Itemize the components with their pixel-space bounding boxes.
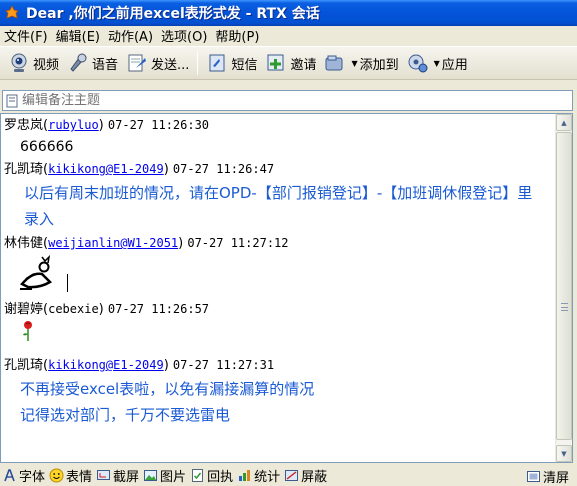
video-button[interactable]: 视频 xyxy=(4,50,63,76)
toolbar-separator xyxy=(197,51,199,75)
message-time: 07-27 11:26:30 xyxy=(107,118,210,132)
sender-name: 谢碧婷 xyxy=(4,302,44,317)
menu-action[interactable]: 动作(A) xyxy=(106,26,159,45)
font-label: 字体 xyxy=(19,470,46,485)
image-icon xyxy=(144,470,158,481)
apps-icon xyxy=(408,54,428,73)
image-label: 图片 xyxy=(160,470,187,485)
message-header: 孔凯琦(kikikong@E1-2049) 07-27 11:26:47 xyxy=(4,162,275,177)
chat-history[interactable]: 罗忠岚(rubyluo) 07-27 11:26:30 666666 孔凯琦(k… xyxy=(0,113,573,463)
font-button[interactable]: 字体 xyxy=(2,466,45,485)
sender-name: 孔凯琦 xyxy=(4,358,44,373)
message-list: 罗忠岚(rubyluo) 07-27 11:26:30 666666 孔凯琦(k… xyxy=(4,114,547,428)
menu-edit[interactable]: 编辑(E) xyxy=(54,26,106,45)
subject-input[interactable] xyxy=(22,93,562,108)
add-to-caret-icon: ▼ xyxy=(351,58,358,68)
sender-name: 孔凯琦 xyxy=(4,162,44,177)
invite-label: 邀请 xyxy=(290,57,317,73)
sms-button[interactable]: 短信 xyxy=(202,50,261,76)
message-time: 07-27 11:26:47 xyxy=(172,162,275,176)
send-file-label: 发送... xyxy=(151,57,190,73)
receipt-button[interactable]: 回执 xyxy=(190,466,233,485)
sender-id-link[interactable]: kikikong@E1-2049 xyxy=(48,358,164,372)
apps-button[interactable]: ▼ 应用 xyxy=(403,50,472,76)
grip-icon xyxy=(561,303,568,311)
message-header: 林伟健(weijianlin@W1-2051) 07-27 11:27:12 xyxy=(4,236,289,251)
stats-label: 统计 xyxy=(254,470,281,485)
message-text: 666666 xyxy=(20,139,74,155)
chat-scrollbar[interactable]: ▲ ▼ xyxy=(555,114,572,462)
message-header: 谢碧婷(cebexie) 07-27 11:26:57 xyxy=(4,302,210,317)
rtx-app-icon xyxy=(5,5,19,19)
message-text-line: 不再接受excel表啦，以免有漏接漏算的情况 xyxy=(20,380,315,398)
message-header: 罗忠岚(rubyluo) 07-27 11:26:30 xyxy=(4,118,210,133)
sender-id-link[interactable]: kikikong@E1-2049 xyxy=(48,162,164,176)
stats-button[interactable]: 统计 xyxy=(237,466,280,485)
menu-bar: 文件(F) 编辑(E) 动作(A) 选项(O) 帮助(P) xyxy=(0,26,577,45)
sender-id-link[interactable]: rubyluo xyxy=(48,118,99,132)
menu-help[interactable]: 帮助(P) xyxy=(213,26,265,45)
sender-name: 林伟健 xyxy=(4,236,44,251)
title-bar[interactable]: Dear ,你们之前用excel表形式发 - RTX 会话 xyxy=(0,0,577,26)
shield-label: 屏蔽 xyxy=(301,470,328,485)
menu-file[interactable]: 文件(F) xyxy=(2,26,54,45)
scroll-thumb[interactable] xyxy=(556,132,572,440)
screenshot-icon xyxy=(97,470,111,480)
clear-screen-icon xyxy=(526,471,540,482)
invite-icon xyxy=(267,54,284,71)
emoticon-label: 表情 xyxy=(66,470,93,485)
sender-name: 罗忠岚 xyxy=(4,118,44,133)
smiley-icon xyxy=(49,468,64,483)
apps-label: 应用 xyxy=(441,57,468,73)
message-header: 孔凯琦(kikikong@E1-2049) 07-27 11:27:31 xyxy=(4,358,275,373)
clear-screen-button[interactable]: 清屏 xyxy=(526,467,569,486)
apps-caret-icon: ▼ xyxy=(433,58,440,68)
screenshot-label: 截屏 xyxy=(113,470,140,485)
subject-bar xyxy=(2,90,573,111)
scroll-down-button[interactable]: ▼ xyxy=(556,445,572,462)
kowtow-emoji-icon xyxy=(20,254,53,290)
emoji-message xyxy=(4,320,547,344)
shield-button[interactable]: 屏蔽 xyxy=(284,466,327,485)
webcam-icon xyxy=(11,53,27,72)
sms-label: 短信 xyxy=(231,57,258,73)
stats-icon xyxy=(239,470,251,481)
menu-options[interactable]: 选项(O) xyxy=(159,26,213,45)
input-toolbar: 字体 表情 截屏 图片 回执 统计 屏蔽 清屏 xyxy=(0,465,577,486)
add-to-label: 添加到 xyxy=(359,57,399,73)
font-icon xyxy=(4,469,15,482)
emoticon-button[interactable]: 表情 xyxy=(49,466,92,485)
image-button[interactable]: 图片 xyxy=(143,466,186,485)
note-icon xyxy=(6,94,18,107)
emoji-message xyxy=(4,254,547,298)
sender-id-link[interactable]: weijianlin@W1-2051 xyxy=(48,236,178,250)
video-label: 视频 xyxy=(33,57,60,73)
message-time: 07-27 11:26:57 xyxy=(107,302,210,316)
receipt-icon xyxy=(192,469,204,482)
invite-button[interactable]: 邀请 xyxy=(261,50,320,76)
window-title: Dear ,你们之前用excel表形式发 - RTX 会话 xyxy=(26,6,320,22)
screenshot-button[interactable]: 截屏 xyxy=(96,466,139,485)
sender-id: cebexie xyxy=(48,302,99,316)
add-contact-icon xyxy=(325,55,343,71)
text-cursor xyxy=(67,274,68,292)
message-time: 07-27 11:27:12 xyxy=(187,236,289,250)
message-time: 07-27 11:27:31 xyxy=(172,358,275,372)
send-file-button[interactable]: 发送... xyxy=(122,50,193,76)
voice-label: 语音 xyxy=(92,57,119,73)
sms-icon xyxy=(209,54,225,72)
block-icon xyxy=(285,470,299,481)
rose-emoji-icon xyxy=(23,321,32,341)
clear-screen-label: 清屏 xyxy=(542,471,569,486)
send-file-icon xyxy=(128,54,147,72)
toolbar: 视频 语音 发送... 短信 邀请 ▼ 添加到 ▼ 应用 xyxy=(0,46,577,80)
receipt-label: 回执 xyxy=(207,470,234,485)
message-text-line: 记得选对部门，千万不要选雷电 xyxy=(20,406,231,424)
microphone-icon xyxy=(70,53,87,72)
voice-button[interactable]: 语音 xyxy=(63,50,122,76)
scroll-up-button[interactable]: ▲ xyxy=(556,114,572,131)
message-text: 以后有周末加班的情况，请在OPD-【部门报销登记】-【加班调休假登记】里录入 xyxy=(24,184,533,228)
add-to-button[interactable]: ▼ 添加到 xyxy=(320,50,402,76)
